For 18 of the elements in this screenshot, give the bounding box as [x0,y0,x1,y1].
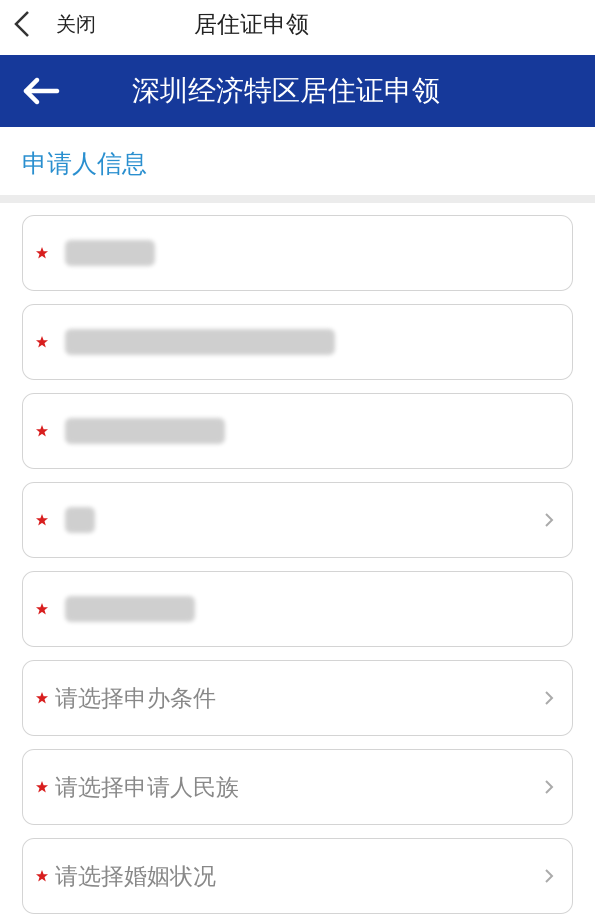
form-field[interactable] [22,393,573,469]
redacted-value [65,507,95,533]
form-field[interactable] [22,571,573,647]
section-title: 申请人信息 [21,148,148,180]
select-placeholder: 请选择申请人民族 [55,774,239,802]
select-placeholder: 请选择婚姻状况 [55,862,216,892]
back-icon[interactable] [14,10,30,38]
form-field[interactable]: 请选择申请人民族 [22,749,573,825]
close-link[interactable]: 关闭 [56,10,96,38]
form-field[interactable]: 请选择申办条件 [22,660,573,736]
header-title: 深圳经济特区居住证申领 [132,73,440,109]
page-title: 居住证申领 [194,10,309,40]
select-placeholder: 请选择申办条件 [55,684,216,714]
form-field[interactable] [22,215,573,291]
form-field[interactable] [22,304,573,380]
form-field[interactable]: 请选择婚姻状况 [22,838,573,914]
form-field[interactable] [22,482,573,558]
back-arrow-icon[interactable] [22,77,60,105]
